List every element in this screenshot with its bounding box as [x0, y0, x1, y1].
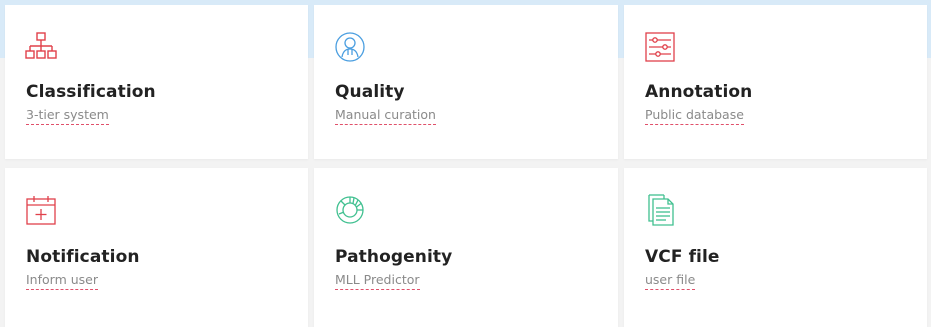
card-classification[interactable]: Classification 3-tier system [5, 5, 308, 159]
card-vcf-file[interactable]: VCF file user file [624, 168, 927, 327]
card-title: Notification [26, 247, 140, 267]
card-subtitle-link[interactable]: Public database [645, 107, 744, 125]
user-icon [334, 31, 366, 63]
card-annotation[interactable]: Annotation Public database [624, 5, 927, 159]
card-subtitle-link[interactable]: Manual curation [335, 107, 436, 125]
card-title: Classification [26, 82, 156, 102]
card-notification[interactable]: Notification Inform user [5, 168, 308, 327]
card-subtitle-link[interactable]: Inform user [26, 272, 98, 290]
card-title: Quality [335, 82, 405, 102]
card-subtitle-link[interactable]: 3-tier system [26, 107, 109, 125]
card-title: VCF file [645, 247, 720, 267]
card-title: Annotation [645, 82, 753, 102]
card-subtitle-link[interactable]: MLL Predictor [335, 272, 420, 290]
card-subtitle-link[interactable]: user file [645, 272, 696, 290]
card-title: Pathogenity [335, 247, 453, 267]
card-quality[interactable]: Quality Manual curation [314, 5, 618, 159]
sliders-icon [644, 31, 676, 63]
card-pathogenity[interactable]: Pathogenity MLL Predictor [314, 168, 618, 327]
calendar-add-icon [25, 194, 57, 226]
document-icon [644, 194, 676, 226]
chart-ring-icon [334, 194, 366, 226]
hierarchy-icon [25, 31, 57, 63]
